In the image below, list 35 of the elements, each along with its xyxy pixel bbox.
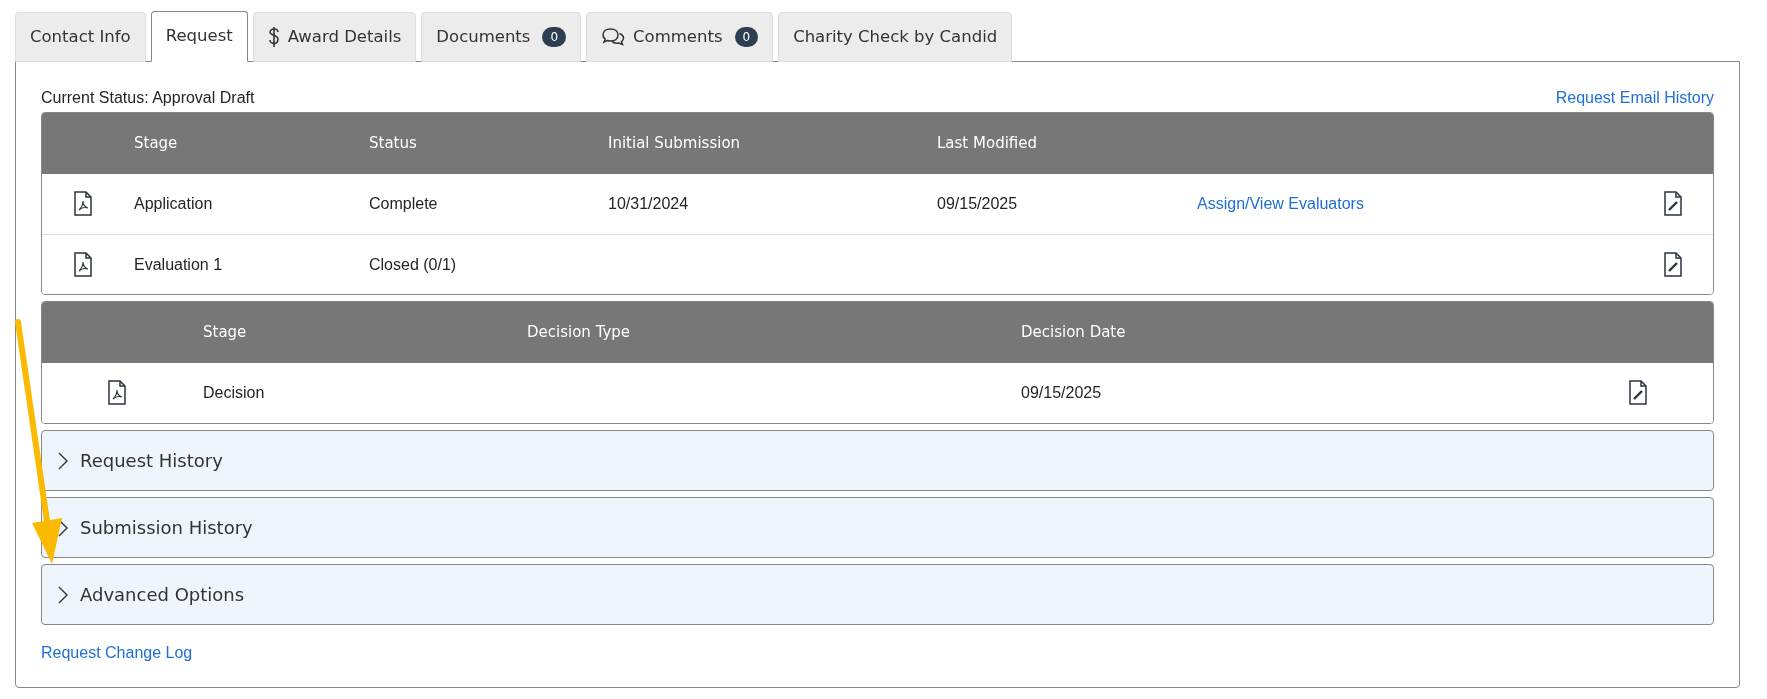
table-cell-text: 09/15/2025 [1021, 383, 1103, 403]
column-header: Stage [203, 322, 248, 344]
tab[interactable]: Request [150, 11, 248, 62]
edit-document-icon[interactable] [1627, 380, 1648, 406]
tab[interactable]: Documents 0 [421, 12, 582, 62]
accordion-header[interactable]: Submission History [41, 497, 1714, 558]
tab[interactable]: Comments 0 [586, 12, 774, 62]
column-header: Status [369, 133, 418, 155]
column-header: Decision Type [527, 322, 632, 344]
table-cell-text: Evaluation 1 [134, 254, 224, 275]
tab[interactable]: Award Details [252, 12, 417, 62]
chat-bubbles-icon [601, 27, 626, 47]
table-cell-text: Application [134, 194, 214, 214]
accordion-header[interactable]: Advanced Options [41, 564, 1714, 625]
accordion-header[interactable]: Request History [41, 430, 1714, 491]
change-log-link[interactable]: Request Change Log [41, 641, 193, 665]
table-cell-text: Closed (0/1) [369, 254, 458, 275]
email-history-link[interactable]: Request Email History [1555, 86, 1714, 110]
column-header: Last Modified [937, 133, 1039, 155]
column-header: Initial Submission [608, 133, 742, 155]
evaluators-link[interactable]: Assign/View Evaluators [1197, 195, 1364, 212]
tab[interactable]: Contact Info [15, 12, 146, 62]
table-cell-text: 09/15/2025 [937, 194, 1019, 214]
count-badge: 0 [734, 27, 759, 47]
current-status-text: Current Status: Approval Draft [41, 88, 255, 108]
dollar-icon [267, 26, 280, 48]
tab[interactable]: Charity Check by Candid [778, 12, 1013, 62]
table-cell-text: Decision [203, 383, 266, 403]
edit-document-icon[interactable] [1663, 251, 1683, 278]
table-cell-text: 10/31/2024 [608, 194, 690, 214]
edit-document-icon[interactable] [1663, 191, 1683, 217]
table-cell-text: Complete [369, 194, 439, 214]
column-header: Stage [134, 133, 179, 155]
count-badge: 0 [542, 27, 567, 47]
column-header: Decision Date [1021, 322, 1127, 344]
